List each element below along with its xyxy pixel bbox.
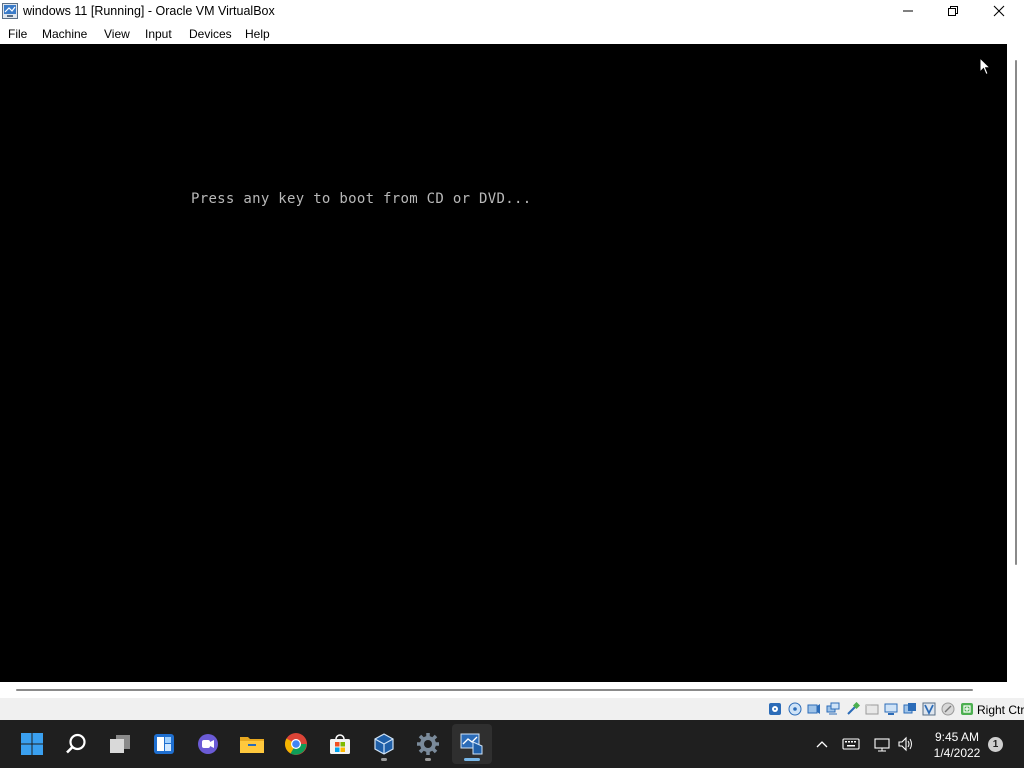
menu-help[interactable]: Help bbox=[245, 27, 270, 41]
chrome-icon bbox=[285, 733, 307, 755]
minimize-button[interactable] bbox=[885, 0, 931, 22]
vertical-scrollbar[interactable] bbox=[1007, 44, 1024, 682]
chat-icon bbox=[198, 734, 218, 754]
chrome-button[interactable] bbox=[276, 724, 316, 764]
network-icon[interactable] bbox=[873, 734, 891, 759]
horizontal-scrollbar[interactable] bbox=[0, 682, 1024, 698]
usb-icon[interactable] bbox=[846, 701, 861, 716]
notification-badge[interactable]: 1 bbox=[988, 737, 1003, 752]
search-button[interactable] bbox=[56, 724, 96, 764]
restore-button[interactable] bbox=[930, 0, 976, 22]
virtualbox-app-icon[interactable] bbox=[2, 3, 18, 19]
restore-icon bbox=[948, 6, 958, 16]
clock-time: 9:45 AM bbox=[934, 730, 980, 744]
host-key-label[interactable]: Right Ctrl bbox=[977, 703, 1024, 717]
running-indicator bbox=[425, 758, 431, 761]
close-icon bbox=[993, 5, 1005, 17]
minimize-icon bbox=[903, 10, 913, 12]
menu-input[interactable]: Input bbox=[145, 27, 172, 41]
store-button[interactable] bbox=[320, 724, 360, 764]
chat-button[interactable] bbox=[188, 724, 228, 764]
menu-devices[interactable]: Devices bbox=[189, 27, 232, 41]
virtualbox-vm-button[interactable] bbox=[452, 724, 492, 764]
keyboard-icon[interactable] bbox=[960, 702, 974, 716]
recording-icon[interactable] bbox=[903, 702, 917, 716]
title-bar[interactable]: windows 11 [Running] - Oracle VM Virtual… bbox=[0, 0, 1024, 22]
settings-button[interactable] bbox=[408, 724, 448, 764]
taskbar-clock[interactable]: 9:45 AM 1/4/2022 bbox=[926, 729, 988, 761]
virtualbox-vm-icon bbox=[460, 733, 483, 755]
store-icon bbox=[330, 734, 350, 754]
horizontal-scrollbar-thumb[interactable] bbox=[16, 689, 973, 691]
start-button[interactable] bbox=[12, 724, 52, 764]
virtualbox-manager-button[interactable] bbox=[364, 724, 404, 764]
file-explorer-icon bbox=[240, 737, 264, 753]
hard-disk-icon[interactable] bbox=[768, 702, 782, 716]
taskbar bbox=[0, 720, 1024, 768]
boot-message: Press any key to boot from CD or DVD... bbox=[191, 191, 532, 207]
network-icon[interactable] bbox=[826, 702, 840, 716]
window-title: windows 11 [Running] - Oracle VM Virtual… bbox=[23, 4, 275, 18]
vm-display[interactable]: Press any key to boot from CD or DVD... bbox=[0, 44, 1007, 682]
task-view-button[interactable] bbox=[100, 724, 140, 764]
mouse-integration-icon[interactable] bbox=[941, 702, 955, 716]
settings-icon bbox=[417, 733, 439, 755]
file-explorer-button[interactable] bbox=[232, 724, 272, 764]
status-bar: Right Ctrl bbox=[0, 698, 1024, 720]
start-icon bbox=[21, 733, 43, 755]
search-icon bbox=[66, 733, 86, 754]
display-icon[interactable] bbox=[884, 702, 898, 716]
keyboard-layout-icon[interactable] bbox=[842, 734, 860, 759]
mouse-pointer-icon bbox=[979, 56, 992, 81]
menu-machine[interactable]: Machine bbox=[42, 27, 87, 41]
show-hidden-icons-icon[interactable] bbox=[815, 734, 829, 759]
task-view-icon bbox=[110, 735, 130, 753]
virtualbox-manager-icon bbox=[374, 733, 394, 755]
active-indicator bbox=[464, 758, 480, 761]
vertical-scrollbar-thumb[interactable] bbox=[1015, 60, 1017, 565]
optical-drive-icon[interactable] bbox=[788, 702, 802, 716]
menu-file[interactable]: File bbox=[8, 27, 27, 41]
virtualization-icon[interactable] bbox=[922, 702, 936, 716]
volume-icon[interactable] bbox=[897, 734, 915, 759]
audio-icon[interactable] bbox=[807, 702, 821, 716]
widgets-button[interactable] bbox=[144, 724, 184, 764]
close-button[interactable] bbox=[976, 0, 1022, 22]
running-indicator bbox=[381, 758, 387, 761]
menu-bar: File Machine View Input Devices Help bbox=[0, 22, 1024, 44]
shared-folders-icon[interactable] bbox=[865, 702, 879, 716]
menu-view[interactable]: View bbox=[104, 27, 130, 41]
clock-date: 1/4/2022 bbox=[933, 746, 981, 760]
widgets-icon bbox=[154, 734, 174, 754]
